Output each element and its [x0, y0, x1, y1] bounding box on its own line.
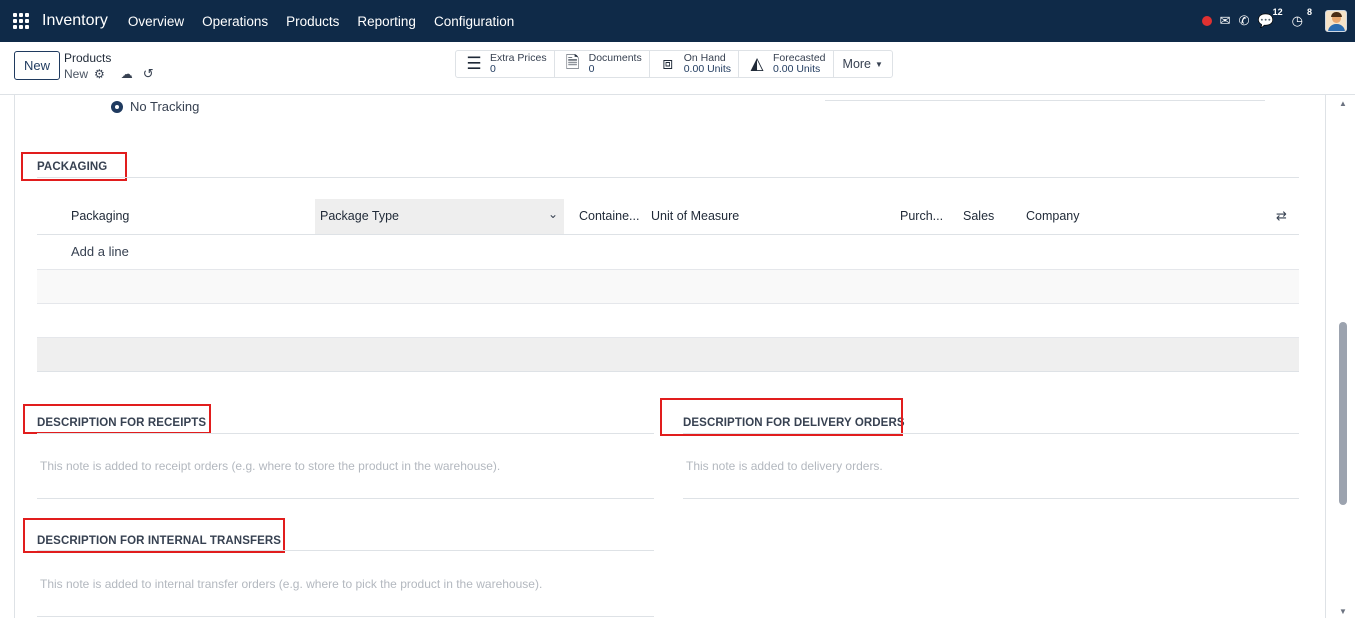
scroll-up-arrow-icon[interactable]: ▲ — [1339, 99, 1347, 108]
optional-columns-icon[interactable]: ⇄ — [1276, 208, 1287, 224]
more-label: More — [842, 57, 872, 71]
field-underline — [825, 100, 1265, 101]
section-divider — [37, 550, 654, 551]
delivery-note-field[interactable]: This note is added to delivery orders. — [686, 459, 883, 473]
col-purchase[interactable]: Purch... — [900, 209, 943, 223]
highlight-box-receipts — [23, 404, 211, 434]
activities-badge: 8 — [1306, 7, 1312, 17]
mail-icon[interactable]: ✉ — [1220, 13, 1231, 29]
header-divider — [37, 234, 1299, 235]
recording-indicator-icon[interactable] — [1201, 16, 1212, 26]
whatsapp-icon[interactable]: ✆ — [1239, 13, 1250, 29]
col-company[interactable]: Company — [1026, 209, 1080, 223]
control-panel: New Products New ⚙ ☁ ↺ ☰ Extra Prices 0 🗎… — [0, 42, 1355, 95]
field-underline — [683, 498, 1299, 499]
highlight-box-internal — [23, 518, 285, 553]
field-underline — [37, 498, 654, 499]
menu-overview[interactable]: Overview — [128, 14, 184, 29]
stat-value: 0 — [490, 63, 496, 75]
col-unit-of-measure[interactable]: Unit of Measure — [651, 209, 739, 223]
stat-on-hand[interactable]: ⧈ On Hand 0.00 Units — [650, 51, 739, 77]
discard-undo-icon[interactable]: ↺ — [143, 66, 154, 82]
col-sales[interactable]: Sales — [963, 209, 994, 223]
app-name[interactable]: Inventory — [42, 12, 108, 30]
scroll-down-arrow-icon[interactable]: ▼ — [1339, 607, 1347, 616]
breadcrumb-current: New — [64, 67, 89, 81]
list-icon: ☰ — [466, 54, 482, 73]
apps-menu-icon[interactable] — [13, 13, 29, 29]
smart-buttons: ☰ Extra Prices 0 🗎 Documents 0 ⧈ On Hand 0.… — [455, 50, 893, 78]
section-divider — [683, 433, 1299, 434]
field-underline — [37, 616, 654, 617]
highlight-box-delivery — [660, 398, 903, 436]
stat-value: 0.00 Units — [773, 63, 821, 75]
menu-reporting[interactable]: Reporting — [357, 14, 416, 29]
stat-documents[interactable]: 🗎 Documents 0 — [555, 51, 650, 77]
stat-extra-prices[interactable]: ☰ Extra Prices 0 — [456, 51, 555, 77]
breadcrumb-current-row: New ⚙ ☁ ↺ — [64, 66, 154, 82]
col-packaging[interactable]: Packaging — [71, 209, 129, 223]
section-divider — [37, 177, 1299, 178]
menu-products[interactable]: Products — [286, 14, 339, 29]
stat-forecasted[interactable]: ◭ Forecasted 0.00 Units — [739, 51, 834, 77]
section-divider — [37, 433, 654, 434]
empty-row — [37, 269, 1299, 304]
stat-label: Extra Prices — [490, 52, 547, 64]
messages-badge: 12 — [1272, 7, 1283, 17]
menu-configuration[interactable]: Configuration — [434, 14, 514, 29]
receipts-note-field[interactable]: This note is added to receipt orders (e.… — [40, 459, 500, 473]
tracking-option-label[interactable]: No Tracking — [130, 99, 199, 114]
col-container[interactable]: Containe... — [579, 209, 639, 223]
breadcrumb-parent[interactable]: Products — [64, 51, 111, 65]
gear-icon[interactable]: ⚙ — [94, 67, 105, 81]
caret-down-icon: ▼ — [875, 59, 883, 69]
tracking-radio-selected[interactable] — [111, 101, 123, 113]
internal-note-field[interactable]: This note is added to internal transfer … — [40, 577, 542, 591]
stat-value: 0.00 Units — [683, 63, 731, 75]
add-line-link[interactable]: Add a line — [71, 244, 129, 259]
menu-operations[interactable]: Operations — [202, 14, 268, 29]
area-chart-icon: ◭ — [750, 54, 764, 73]
more-dropdown[interactable]: More ▼ — [834, 51, 892, 77]
save-cloud-icon[interactable]: ☁ — [121, 67, 133, 81]
table-footer — [37, 337, 1299, 372]
document-icon: 🗎 — [565, 52, 580, 72]
scroll-thumb[interactable] — [1339, 322, 1347, 505]
cubes-icon: ⧈ — [662, 54, 674, 73]
user-avatar[interactable] — [1325, 10, 1347, 32]
new-button[interactable]: New — [14, 51, 60, 80]
vertical-scrollbar[interactable]: ▲ ▼ — [1336, 95, 1350, 618]
activities-clock-icon[interactable]: ◷ 8 — [1292, 7, 1312, 29]
col-package-type[interactable]: Package Type — [320, 209, 399, 223]
messages-icon[interactable]: 💬 12 — [1257, 7, 1282, 29]
top-navbar: Inventory Overview Operations Products R… — [0, 0, 1355, 42]
stat-label: Documents — [588, 52, 642, 64]
systray: ✉ ✆ 💬 12 ◷ 8 — [1201, 0, 1355, 42]
stat-value: 0 — [588, 63, 595, 75]
chevron-down-icon[interactable]: ⌄ — [548, 207, 558, 221]
